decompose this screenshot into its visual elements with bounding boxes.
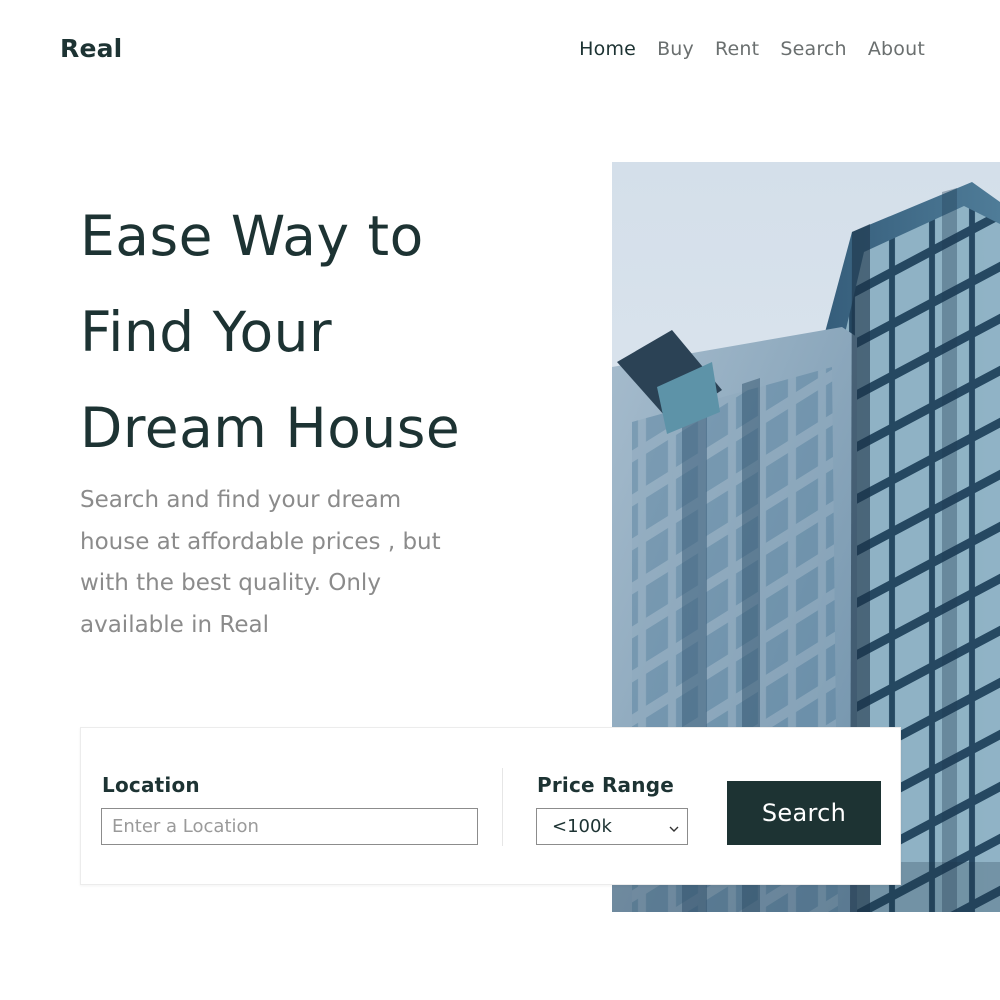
nav-item-home[interactable]: Home xyxy=(579,38,636,60)
nav-item-search[interactable]: Search xyxy=(780,38,846,60)
hero-title-line: Ease Way to xyxy=(80,204,424,268)
chevron-down-icon xyxy=(668,820,680,839)
search-card: Location Price Range <100k Search xyxy=(80,727,901,885)
price-range-value: <100k xyxy=(552,816,612,837)
hero-title-line: Dream House xyxy=(80,396,461,460)
location-label: Location xyxy=(102,773,200,797)
hero-description: Search and find your dream house at affo… xyxy=(80,487,441,639)
nav-item-rent[interactable]: Rent xyxy=(715,38,759,60)
search-button[interactable]: Search xyxy=(727,781,881,845)
location-input[interactable] xyxy=(101,808,478,845)
brand-logo[interactable]: Real xyxy=(60,34,122,63)
hero-title-line: Find Your xyxy=(80,300,333,364)
price-range-select[interactable]: <100k xyxy=(536,808,688,845)
nav-item-about[interactable]: About xyxy=(868,38,925,60)
nav-item-buy[interactable]: Buy xyxy=(657,38,694,60)
main-nav: Home Buy Rent Search About xyxy=(545,38,925,60)
hero-title: Ease Way to Find Your Dream House xyxy=(80,188,580,476)
field-divider xyxy=(502,768,503,846)
price-range-label: Price Range xyxy=(537,773,674,797)
